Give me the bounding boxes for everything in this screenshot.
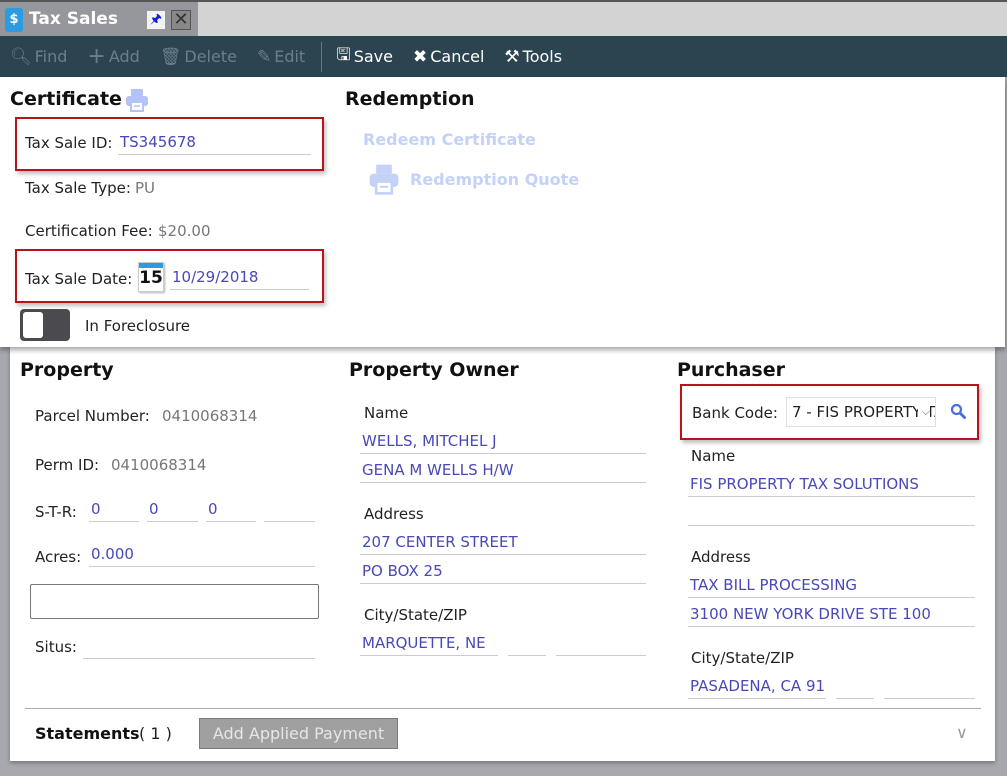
cancel-label: Cancel bbox=[430, 47, 485, 66]
print-certificate-icon[interactable] bbox=[124, 87, 150, 113]
foreclosure-toggle[interactable] bbox=[20, 309, 70, 341]
purchaser-address-label: Address bbox=[691, 548, 751, 566]
save-button[interactable]: 🖫︎ Save bbox=[336, 42, 393, 71]
find-button[interactable]: 🔍︎ Find bbox=[10, 47, 67, 67]
calendar-icon[interactable]: 15 bbox=[138, 262, 164, 292]
tax-tag-icon: $ bbox=[5, 8, 23, 32]
owner-address2-input[interactable]: PO BOX 25 bbox=[360, 560, 646, 584]
owner-address1-input[interactable]: 207 CENTER STREET bbox=[360, 531, 646, 555]
toggle-knob bbox=[23, 312, 43, 338]
tools-icon: ⚒ bbox=[504, 46, 520, 67]
purchaser-state-input[interactable] bbox=[836, 675, 874, 699]
bank-code-value: 7 - FIS PROPERTY TAX SOLUTIONS bbox=[792, 403, 935, 421]
tax-sale-id-input[interactable]: TS345678 bbox=[118, 131, 311, 155]
perm-id-label: Perm ID: bbox=[35, 456, 100, 474]
acres-input[interactable]: 0.000 bbox=[89, 543, 315, 567]
property-title: Property bbox=[20, 359, 114, 381]
toolbar-divider bbox=[321, 41, 323, 72]
save-label: Save bbox=[353, 47, 393, 66]
purchaser-city-input[interactable]: PASADENA, CA 91 bbox=[688, 675, 826, 699]
tax-sale-date-label: Tax Sale Date: bbox=[25, 270, 133, 288]
owner-name-label: Name bbox=[364, 404, 409, 422]
pencil-icon: ✎ bbox=[256, 46, 272, 67]
township-input[interactable]: 0 bbox=[147, 498, 198, 522]
foreclosure-label: In Foreclosure bbox=[85, 317, 191, 335]
parcel-number-value: 0410068314 bbox=[162, 407, 258, 425]
owner-address-label: Address bbox=[364, 505, 424, 523]
add-applied-payment-button[interactable]: Add Applied Payment bbox=[199, 718, 398, 749]
parcel-number-label: Parcel Number: bbox=[35, 407, 150, 425]
tools-label: Tools bbox=[522, 47, 563, 66]
perm-id-value: 0410068314 bbox=[111, 456, 207, 474]
purchaser-name-label: Name bbox=[691, 447, 736, 465]
redeem-certificate-link[interactable]: Redeem Certificate bbox=[363, 130, 536, 149]
tax-sale-id-label: Tax Sale ID: bbox=[25, 134, 113, 152]
tax-sale-type-label: Tax Sale Type: bbox=[25, 179, 131, 197]
certificate-title: Certificate bbox=[10, 88, 122, 110]
statements-label: Statements bbox=[35, 724, 140, 743]
purchaser-address1-input[interactable]: TAX BILL PROCESSING bbox=[688, 574, 975, 598]
bank-code-label: Bank Code: bbox=[692, 404, 778, 422]
add-label: Add bbox=[108, 47, 140, 66]
purchaser-address2-input[interactable]: 3100 NEW YORK DRIVE STE 100 bbox=[688, 603, 975, 627]
purchaser-zip-input[interactable] bbox=[884, 675, 975, 699]
printer-icon bbox=[369, 164, 399, 195]
search-icon: 🔍︎ bbox=[10, 46, 32, 67]
statements-count: ( 1 ) bbox=[139, 724, 172, 743]
situs-label: Situs: bbox=[35, 638, 77, 656]
floppy-disk-icon: 🖫︎ bbox=[336, 45, 351, 65]
str-label: S-T-R: bbox=[35, 503, 77, 521]
find-label: Find bbox=[34, 47, 68, 66]
tax-sale-type-value: PU bbox=[135, 179, 156, 197]
acres-label: Acres: bbox=[35, 548, 82, 566]
redemption-title: Redemption bbox=[345, 88, 475, 110]
purchaser-csz-label: City/State/ZIP bbox=[691, 649, 794, 667]
trash-icon: 🗑︎ bbox=[159, 46, 182, 67]
range-input[interactable]: 0 bbox=[206, 498, 256, 522]
owner-zip-input[interactable] bbox=[556, 632, 646, 656]
tab-title: Tax Sales bbox=[29, 9, 118, 29]
owner-title: Property Owner bbox=[349, 359, 519, 381]
close-icon[interactable]: ✕ bbox=[171, 10, 191, 30]
certification-fee-label: Certification Fee: bbox=[25, 222, 153, 240]
situs-input[interactable] bbox=[83, 635, 315, 659]
chevron-down-icon[interactable]: ∨ bbox=[956, 723, 968, 742]
tools-button[interactable]: ⚒ Tools bbox=[504, 47, 562, 67]
legal-description-input[interactable] bbox=[30, 584, 319, 619]
cancel-button[interactable]: ✖ Cancel bbox=[413, 47, 484, 67]
owner-state-input[interactable] bbox=[508, 632, 546, 656]
owner-city-input[interactable]: MARQUETTE, NE bbox=[360, 632, 498, 656]
owner-name1-input[interactable]: WELLS, MITCHEL J bbox=[360, 430, 646, 454]
owner-name2-input[interactable]: GENA M WELLS H/W bbox=[360, 459, 646, 483]
delete-label: Delete bbox=[184, 47, 237, 66]
purchaser-name1-input[interactable]: FIS PROPERTY TAX SOLUTIONS bbox=[688, 473, 975, 497]
details-panel: Property Parcel Number: 0410068314 Perm … bbox=[10, 347, 995, 761]
section-input[interactable]: 0 bbox=[89, 498, 139, 522]
bank-search-icon[interactable] bbox=[950, 403, 966, 419]
pin-icon[interactable]: 🖈︎ bbox=[146, 10, 166, 30]
certificate-panel: Certificate Tax Sale ID: TS345678 Tax Sa… bbox=[0, 77, 1005, 347]
owner-csz-label: City/State/ZIP bbox=[364, 606, 467, 624]
tab-tax-sales[interactable]: $ Tax Sales 🖈︎ ✕ bbox=[0, 2, 198, 38]
purchaser-title: Purchaser bbox=[677, 359, 785, 381]
edit-label: Edit bbox=[274, 47, 306, 66]
tab-strip: $ Tax Sales 🖈︎ ✕ bbox=[0, 0, 1007, 38]
plus-icon: + bbox=[87, 44, 106, 69]
delete-button[interactable]: 🗑︎ Delete bbox=[160, 47, 237, 67]
toolbar: 🔍︎ Find + Add 🗑︎ Delete ✎ Edit 🖫︎ Save ✖… bbox=[0, 36, 1007, 77]
edit-button[interactable]: ✎ Edit bbox=[257, 47, 305, 67]
section-divider bbox=[25, 708, 981, 709]
str-extra-input[interactable] bbox=[264, 498, 315, 522]
chevron-down-icon: ⌵ bbox=[917, 398, 930, 426]
redemption-quote-link[interactable]: Redemption Quote bbox=[410, 170, 579, 189]
add-button[interactable]: + Add bbox=[87, 44, 139, 69]
certification-fee-value: $20.00 bbox=[158, 222, 211, 240]
purchaser-name2-input[interactable] bbox=[688, 502, 975, 526]
cancel-circle-icon: ✖ bbox=[412, 46, 428, 67]
tax-sale-date-input[interactable]: 10/29/2018 bbox=[170, 266, 309, 290]
bank-code-select[interactable]: 7 - FIS PROPERTY TAX SOLUTIONS ⌵ bbox=[786, 397, 936, 427]
